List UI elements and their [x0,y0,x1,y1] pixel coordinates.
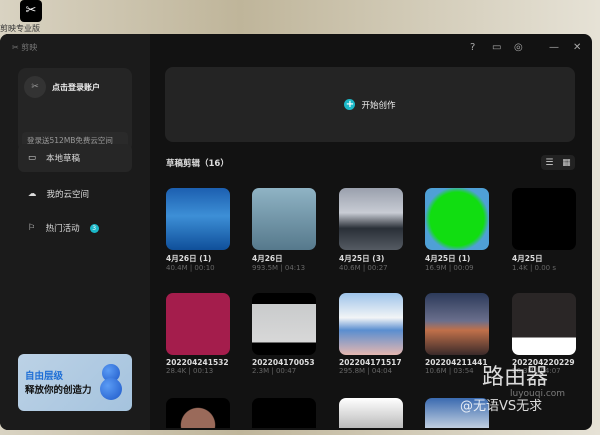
draft-thumbnail[interactable] [166,293,230,355]
draft-name: 4月26日 [252,254,283,263]
flag-icon: ⚐ [28,223,36,233]
avatar: ✂ [24,76,46,98]
feedback-icon[interactable]: ▭ [492,42,501,53]
draft-thumbnail[interactable] [166,188,230,250]
account-card[interactable]: ✂ 点击登录账户 登录送512MB免费云空间 [18,68,132,152]
sidebar-item-label: 本地草稿 [46,154,81,164]
draft-name: 202204220229 [512,358,575,367]
login-title[interactable]: 点击登录账户 [52,82,100,93]
draft-thumbnail[interactable] [339,398,403,428]
draft-meta: 993.5M | 04:13 [252,264,306,272]
banner-line2: 释放你的创造力 [25,385,92,396]
grid-view-icon[interactable]: ▦ [562,158,571,168]
capcut-desktop-icon[interactable]: ✂ [20,0,42,22]
sidebar-item-label: 热门活动 [45,224,80,234]
draft-card[interactable]: 202204211441 10.6M | 03:54 [425,293,491,375]
draft-name: 202204171517 [339,358,402,367]
app-name: 剪映 [21,43,38,52]
start-creating-label: 开始创作 [361,100,396,111]
draft-thumbnail[interactable] [166,398,230,428]
draft-meta: 1.4K | 0.00 s [512,264,556,272]
draft-thumbnail[interactable] [425,293,489,355]
draft-card[interactable]: 202204170053 2.3M | 00:47 [252,293,318,375]
list-view-icon[interactable]: ☰ [545,158,553,168]
draft-card[interactable]: 4月25日 1.4K | 0.00 s [512,188,578,272]
settings-icon[interactable]: ◎ [514,42,523,53]
draft-name: 202204170053 [252,358,315,367]
draft-name: 202204211441 [425,358,488,367]
draft-thumbnail[interactable] [339,293,403,355]
draft-thumbnail[interactable] [425,188,489,250]
draft-name: 4月26日 (1) [166,254,212,263]
start-creating-button[interactable]: + 开始创作 [165,67,575,142]
help-icon[interactable]: ? [470,42,475,53]
notification-badge: 3 [89,223,99,233]
draft-name: 202204241532 [166,358,229,367]
sidebar-item-cloud[interactable]: ☁ 我的云空间 [18,180,132,208]
draft-card[interactable]: 4月26日 (1) 40.4M | 00:10 [166,188,232,272]
draft-card[interactable] [339,398,405,428]
draft-card[interactable] [425,398,491,428]
banner-sphere [100,378,122,400]
draft-card[interactable]: 4月26日 993.5M | 04:13 [252,188,318,272]
draft-thumbnail[interactable] [339,188,403,250]
draft-meta: 40.6M | 00:27 [339,264,388,272]
draft-card[interactable] [252,398,318,428]
folder-icon: ▭ [28,153,37,163]
desktop-icon-label: 剪映专业版 [0,24,40,33]
draft-card[interactable] [166,398,232,428]
sidebar-item-label: 我的云空间 [46,190,90,200]
draft-card[interactable]: 202204220229 26.3M | 04:07 [512,293,578,375]
cloud-icon: ☁ [28,189,37,199]
draft-thumbnail[interactable] [252,188,316,250]
close-button[interactable]: ✕ [573,42,581,53]
draft-thumbnail[interactable] [512,188,576,250]
sidebar-item-activities[interactable]: ⚐ 热门活动 3 [18,214,132,242]
drafts-title: 草稿剪辑（16） [166,159,229,169]
draft-meta: 295.8M | 04:04 [339,367,393,375]
draft-meta: 28.4K | 00:13 [166,367,214,375]
sidebar: ✂ 剪映 ✂ 点击登录账户 登录送512MB免费云空间 ▭ 本地草稿 ☁ 我的云空间… [0,34,150,430]
promo-banner[interactable]: 自由层级 释放你的创造力 [18,354,132,411]
draft-card[interactable]: 202204171517 295.8M | 04:04 [339,293,405,375]
app-window: ✂ 剪映 ✂ 点击登录账户 登录送512MB免费云空间 ▭ 本地草稿 ☁ 我的云空间… [0,34,592,430]
draft-card[interactable]: 4月25日 (1) 16.9M | 00:09 [425,188,491,272]
draft-card[interactable]: 202204241532 28.4K | 00:13 [166,293,232,375]
sidebar-item-local-drafts[interactable]: ▭ 本地草稿 [18,144,132,172]
draft-thumbnail[interactable] [252,398,316,428]
draft-meta: 10.6M | 03:54 [425,367,474,375]
draft-name: 4月25日 [512,254,543,263]
draft-thumbnail[interactable] [425,398,489,428]
minimize-button[interactable]: — [549,42,559,53]
draft-meta: 2.3M | 00:47 [252,367,297,375]
plus-icon: + [344,99,356,110]
draft-name: 4月25日 (1) [425,254,471,263]
draft-thumbnail[interactable] [252,293,316,355]
draft-name: 4月25日 (3) [339,254,385,263]
draft-meta: 26.3M | 04:07 [512,367,561,375]
app-logo: ✂ 剪映 [12,43,38,52]
draft-meta: 40.4M | 00:10 [166,264,215,272]
draft-meta: 16.9M | 00:09 [425,264,474,272]
draft-thumbnail[interactable] [512,293,576,355]
banner-line1: 自由层级 [25,371,64,382]
draft-card[interactable]: 4月25日 (3) 40.6M | 00:27 [339,188,405,272]
view-toggle: ☰ ▦ [541,155,575,170]
